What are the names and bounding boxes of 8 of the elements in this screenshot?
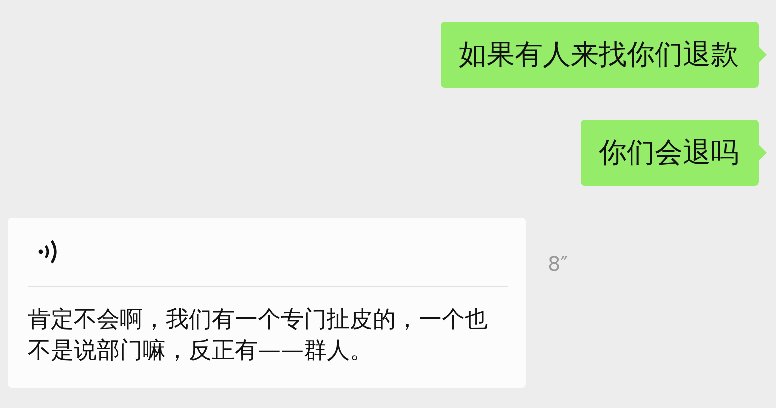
voice-message-bubble[interactable]: 肯定不会啊，我们有一个专门扯皮的，一个也不是说部门嘛，反正有——群人。 [8,218,526,388]
voice-transcript: 肯定不会啊，我们有一个专门扯皮的，一个也不是说部门嘛，反正有——群人。 [28,306,489,366]
voice-icon [38,238,60,266]
voice-duration: 8″ [548,252,568,276]
message-bubble: 你们会退吗 [581,120,759,186]
bubble-tail [759,145,767,161]
bubble-tail [759,47,767,63]
message-bubble: 如果有人来找你们退款 [441,22,759,88]
